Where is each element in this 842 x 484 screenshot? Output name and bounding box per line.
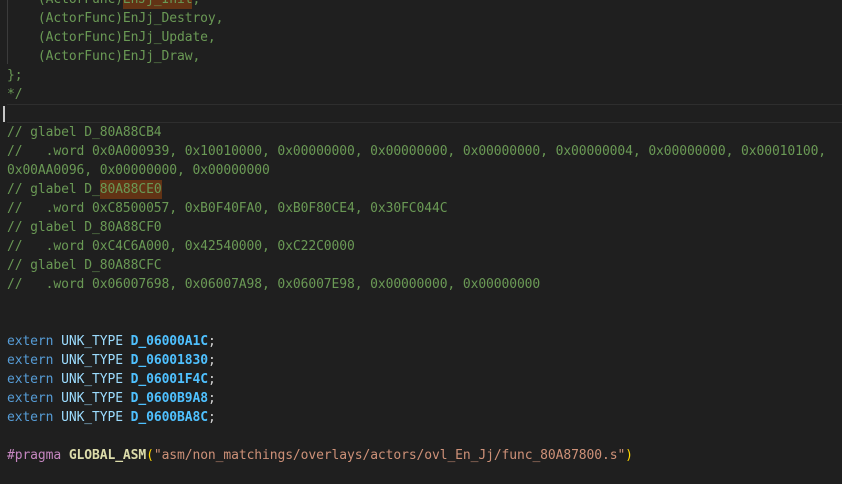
code-token-type: UNK_TYPE [61,372,123,387]
code-token-comment: */ [7,87,22,102]
code-token-comment: // .word 0xC8500057, 0xB0F40FA0, 0xB0F80… [7,201,447,216]
code-token-keyword: extern [7,334,53,349]
code-token-comment: (ActorFunc)EnJj_Update, [7,30,216,45]
code-token-punct: ; [208,410,216,425]
code-editor[interactable]: (ActorFunc)EnJj_Init, (ActorFunc)EnJj_De… [0,0,842,480]
code-token-comment: }; [7,68,22,83]
code-token-plain [53,391,61,406]
code-line[interactable]: extern UNK_TYPE D_0600BA8C; [7,408,842,427]
code-token-pragma: #pragma [7,448,61,463]
code-line[interactable]: (ActorFunc)EnJj_Draw, [7,47,842,66]
code-token-plain [61,448,69,463]
code-token-plain [53,372,61,387]
code-token-plain [123,410,131,425]
code-line[interactable]: // .word 0x06007698, 0x06007A98, 0x06007… [7,275,842,294]
code-token-macro: GLOBAL_ASM [69,448,146,463]
code-token-global: D_0600BA8C [131,410,208,425]
code-line[interactable]: extern UNK_TYPE D_06001F4C; [7,370,842,389]
current-line-highlight[interactable] [7,104,842,123]
code-token-punct: ; [208,391,216,406]
code-token-comment: (ActorFunc) [7,0,123,7]
code-line[interactable]: // .word 0x0A000939, 0x10010000, 0x00000… [7,142,842,161]
code-line[interactable]: */ [7,85,842,104]
code-line[interactable]: (ActorFunc)EnJj_Destroy, [7,9,842,28]
code-token-plain [53,410,61,425]
code-token-plain [123,391,131,406]
code-line[interactable]: // .word 0xC4C6A000, 0x42540000, 0xC22C0… [7,237,842,256]
code-token-keyword: extern [7,353,53,368]
code-token-type: UNK_TYPE [61,334,123,349]
code-token-comment: // glabel D_ [7,182,100,197]
code-line[interactable]: (ActorFunc)EnJj_Init, [7,0,842,9]
code-line[interactable] [7,313,842,332]
code-line[interactable]: extern UNK_TYPE D_06000A1C; [7,332,842,351]
code-token-comment: (ActorFunc)EnJj_Draw, [7,49,200,64]
code-line[interactable]: // glabel D_80A88CE0 [7,180,842,199]
code-token-paren: ) [625,448,633,463]
code-token-comment: // .word 0x0A000939, 0x10010000, 0x00000… [7,144,826,159]
code-line[interactable] [7,465,842,484]
code-token-comment: , [192,0,200,7]
code-token-type: UNK_TYPE [61,391,123,406]
code-token-type: UNK_TYPE [61,410,123,425]
code-token-comment: // glabel D_80A88CFC [7,258,162,273]
code-token-punct: ; [208,353,216,368]
editor-window: { "app": { "kind": "code-editor" }, "col… [0,0,842,480]
code-token-comment: // glabel D_80A88CF0 [7,220,162,235]
code-token-comment: (ActorFunc)EnJj_Destroy, [7,11,223,26]
code-line[interactable]: extern UNK_TYPE D_0600B9A8; [7,389,842,408]
code-line[interactable]: extern UNK_TYPE D_06001830; [7,351,842,370]
code-token-paren: ( [146,448,154,463]
code-token-comment: 0x00AA0096, 0x00000000, 0x00000000 [7,163,270,178]
code-line[interactable]: // glabel D_80A88CFC [7,256,842,275]
code-line[interactable]: 0x00AA0096, 0x00000000, 0x00000000 [7,161,842,180]
code-line[interactable]: // glabel D_80A88CB4 [7,123,842,142]
code-token-comment-hl: EnJj_Init [123,0,193,9]
code-token-keyword: extern [7,391,53,406]
code-token-global: D_06000A1C [131,334,208,349]
text-cursor [3,106,5,122]
code-token-comment: // .word 0xC4C6A000, 0x42540000, 0xC22C0… [7,239,355,254]
code-line[interactable] [7,427,842,446]
code-token-plain [123,334,131,349]
code-line[interactable]: // .word 0xC8500057, 0xB0F40FA0, 0xB0F80… [7,199,842,218]
code-token-keyword: extern [7,410,53,425]
code-token-global: D_0600B9A8 [131,391,208,406]
code-token-plain [53,353,61,368]
code-token-string: "asm/non_matchings/overlays/actors/ovl_E… [154,448,625,463]
code-token-plain [53,334,61,349]
code-line[interactable]: // glabel D_80A88CF0 [7,218,842,237]
code-token-type: UNK_TYPE [61,353,123,368]
code-token-plain [123,353,131,368]
code-line[interactable]: (ActorFunc)EnJj_Update, [7,28,842,47]
code-token-comment: // .word 0x06007698, 0x06007A98, 0x06007… [7,277,540,292]
code-line[interactable]: }; [7,66,842,85]
code-token-plain [123,372,131,387]
code-token-comment-hl: 80A88CE0 [100,180,162,199]
code-token-comment: // glabel D_80A88CB4 [7,125,162,140]
code-line[interactable]: #pragma GLOBAL_ASM("asm/non_matchings/ov… [7,446,842,465]
code-token-global: D_06001830 [131,353,208,368]
code-line[interactable] [7,294,842,313]
code-token-global: D_06001F4C [131,372,208,387]
code-token-keyword: extern [7,372,53,387]
code-area[interactable]: (ActorFunc)EnJj_Init, (ActorFunc)EnJj_De… [0,0,842,484]
code-token-punct: ; [208,334,216,349]
code-token-punct: ; [208,372,216,387]
